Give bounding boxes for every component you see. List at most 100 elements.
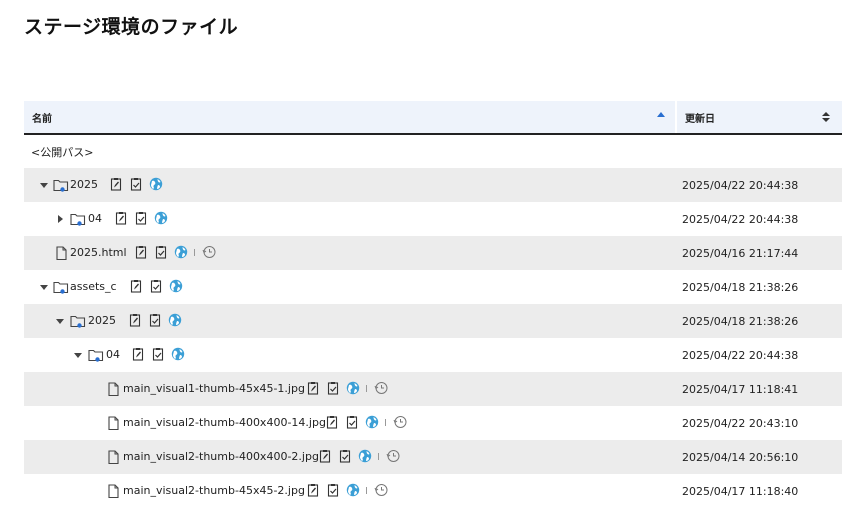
- folder-row: assets_c 2025/04/18 21:38:26: [24, 270, 842, 304]
- expand-toggle-icon[interactable]: [54, 213, 66, 225]
- file-icon: [105, 416, 121, 431]
- name-cell: 04: [24, 338, 675, 372]
- row-actions: [325, 415, 408, 429]
- updated-date: 2025/04/22 20:44:38: [682, 178, 799, 192]
- edit-icon[interactable]: [306, 381, 320, 395]
- edit-icon[interactable]: [325, 415, 339, 429]
- clipboard-check-icon[interactable]: [345, 415, 359, 429]
- updated-date: 2025/04/16 21:17:44: [682, 246, 799, 260]
- clipboard-check-icon[interactable]: [129, 177, 143, 191]
- action-divider: [366, 384, 367, 392]
- file-icon: [105, 382, 121, 397]
- public-path-row: <公開パス>: [24, 135, 842, 168]
- clipboard-check-icon[interactable]: [151, 347, 165, 361]
- folder-icon: [53, 178, 69, 192]
- edit-icon[interactable]: [134, 245, 148, 259]
- globe-icon[interactable]: [346, 381, 360, 395]
- collapse-toggle-icon[interactable]: [54, 315, 66, 327]
- file-name[interactable]: main_visual2-thumb-400x400-14.jpg: [123, 416, 326, 429]
- row-actions: [318, 449, 401, 463]
- name-cell: 2025.html: [24, 236, 675, 270]
- name-cell: main_visual2-thumb-400x400-2.jpg: [24, 440, 675, 474]
- globe-icon[interactable]: [169, 279, 183, 293]
- globe-icon[interactable]: [149, 177, 163, 191]
- folder-icon: [70, 314, 86, 328]
- updated-date: 2025/04/14 20:56:10: [682, 450, 799, 464]
- globe-icon[interactable]: [358, 449, 372, 463]
- folder-row: 04 2025/04/22 20:44:38: [24, 202, 842, 236]
- clipboard-check-icon[interactable]: [326, 381, 340, 395]
- history-icon[interactable]: [392, 415, 408, 429]
- action-divider: [366, 486, 367, 494]
- updated-date: 2025/04/17 11:18:41: [682, 382, 799, 396]
- file-name[interactable]: main_visual2-thumb-45x45-2.jpg: [123, 484, 305, 497]
- folder-name[interactable]: 04: [88, 212, 102, 225]
- page-title: ステージ環境のファイル: [24, 16, 239, 38]
- edit-icon[interactable]: [306, 483, 320, 497]
- edit-icon[interactable]: [128, 313, 142, 327]
- updated-date: 2025/04/18 21:38:26: [682, 280, 799, 294]
- row-actions: [114, 211, 168, 225]
- folder-row: 04 2025/04/22 20:44:38: [24, 338, 842, 372]
- public-path-label: <公開パス>: [31, 145, 94, 159]
- history-icon[interactable]: [373, 381, 389, 395]
- clipboard-check-icon[interactable]: [326, 483, 340, 497]
- history-icon[interactable]: [201, 245, 217, 259]
- edit-icon[interactable]: [131, 347, 145, 361]
- history-icon[interactable]: [373, 483, 389, 497]
- sort-ascending-icon: [657, 112, 665, 117]
- globe-icon[interactable]: [171, 347, 185, 361]
- globe-icon[interactable]: [174, 245, 188, 259]
- row-actions: [306, 381, 389, 395]
- row-actions: [306, 483, 389, 497]
- history-icon[interactable]: [385, 449, 401, 463]
- edit-icon[interactable]: [109, 177, 123, 191]
- file-name[interactable]: main_visual1-thumb-45x45-1.jpg: [123, 382, 305, 395]
- globe-icon[interactable]: [168, 313, 182, 327]
- clipboard-check-icon[interactable]: [154, 245, 168, 259]
- folder-name[interactable]: 04: [106, 348, 120, 361]
- edit-icon[interactable]: [129, 279, 143, 293]
- clipboard-check-icon[interactable]: [134, 211, 148, 225]
- folder-name[interactable]: 2025: [88, 314, 116, 327]
- globe-icon[interactable]: [154, 211, 168, 225]
- clipboard-check-icon[interactable]: [148, 313, 162, 327]
- column-header-name[interactable]: 名前: [24, 101, 675, 133]
- file-name[interactable]: main_visual2-thumb-400x400-2.jpg: [123, 450, 319, 463]
- file-icon: [53, 246, 69, 261]
- folder-icon: [88, 348, 104, 362]
- updated-date: 2025/04/22 20:44:38: [682, 348, 799, 362]
- collapse-toggle-icon[interactable]: [72, 349, 84, 361]
- collapse-toggle-icon[interactable]: [38, 281, 50, 293]
- row-actions: [131, 347, 185, 361]
- folder-name[interactable]: assets_c: [70, 280, 117, 293]
- name-cell: main_visual1-thumb-45x45-1.jpg: [24, 372, 675, 406]
- file-row: main_visual1-thumb-45x45-1.jpg 2025/04/17…: [24, 372, 842, 406]
- row-actions: [129, 279, 183, 293]
- folder-name[interactable]: 2025: [70, 178, 98, 191]
- action-divider: [378, 452, 379, 460]
- collapse-toggle-icon[interactable]: [38, 179, 50, 191]
- table-header: 名前 更新日: [24, 101, 842, 135]
- name-cell: main_visual2-thumb-45x45-2.jpg: [24, 474, 675, 508]
- file-row: main_visual2-thumb-400x400-2.jpg 2025/04/…: [24, 440, 842, 474]
- file-name[interactable]: 2025.html: [70, 246, 127, 259]
- edit-icon[interactable]: [318, 449, 332, 463]
- folder-row: 2025 2025/04/18 21:38:26: [24, 304, 842, 338]
- globe-icon[interactable]: [365, 415, 379, 429]
- edit-icon[interactable]: [114, 211, 128, 225]
- column-header-updated-label: 更新日: [685, 113, 715, 125]
- updated-date: 2025/04/17 11:18:40: [682, 484, 799, 498]
- name-cell: main_visual2-thumb-400x400-14.jpg: [24, 406, 675, 440]
- clipboard-check-icon[interactable]: [149, 279, 163, 293]
- file-icon: [105, 484, 121, 499]
- file-table: 名前 更新日 <公開パス> 2025 2025/04/22 20:44:38 04 2…: [24, 101, 842, 508]
- name-cell: assets_c: [24, 270, 675, 304]
- name-cell: 04: [24, 202, 675, 236]
- clipboard-check-icon[interactable]: [338, 449, 352, 463]
- column-header-updated[interactable]: 更新日: [675, 101, 842, 133]
- folder-icon: [53, 280, 69, 294]
- file-icon: [105, 450, 121, 465]
- globe-icon[interactable]: [346, 483, 360, 497]
- name-cell: 2025: [24, 304, 675, 338]
